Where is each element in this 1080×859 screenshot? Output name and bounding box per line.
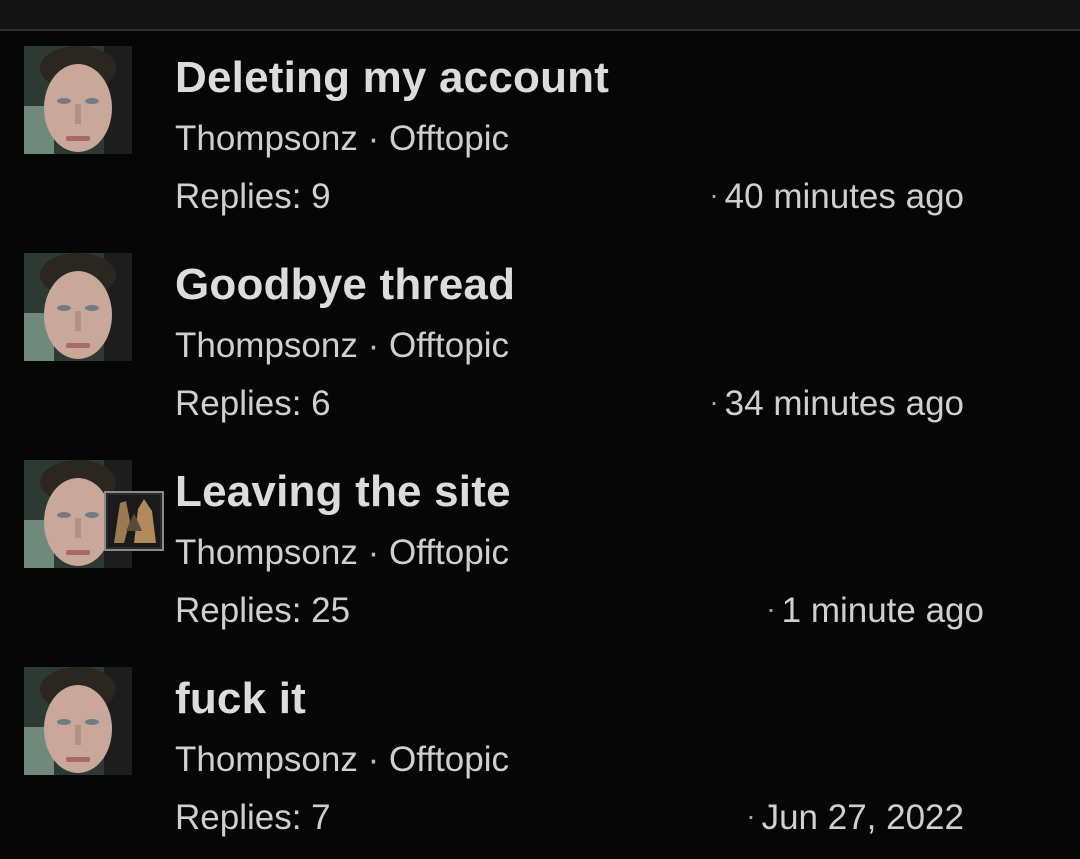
thread-meta: Thompsonz · Offtopic: [175, 326, 509, 366]
time-label: 34 minutes ago: [724, 384, 964, 423]
thread-meta: Thompsonz · Offtopic: [175, 533, 509, 573]
reply-count: Replies: 25: [175, 591, 351, 630]
meta-separator: ·: [367, 326, 389, 365]
last-post-time[interactable]: · 1 minute ago: [766, 591, 984, 631]
participant-avatar[interactable]: [104, 491, 164, 551]
avatar[interactable]: [24, 46, 132, 154]
last-post-time[interactable]: · 34 minutes ago: [709, 384, 964, 424]
meta-separator: ·: [367, 740, 389, 779]
forum-link[interactable]: Offtopic: [389, 326, 509, 365]
thread-item[interactable]: Goodbye thread Thompsonz · Offtopic Repl…: [0, 238, 1080, 445]
thread-meta: Thompsonz · Offtopic: [175, 119, 509, 159]
reply-count: Replies: 6: [175, 384, 331, 423]
thread-item[interactable]: Deleting my account Thompsonz · Offtopic…: [0, 31, 1080, 238]
thread-title[interactable]: Goodbye thread: [175, 260, 515, 310]
forum-link[interactable]: Offtopic: [389, 533, 509, 572]
avatar[interactable]: [24, 253, 132, 361]
author-link[interactable]: Thompsonz: [175, 533, 358, 572]
thread-list: Deleting my account Thompsonz · Offtopic…: [0, 31, 1080, 859]
time-dot: ·: [746, 800, 756, 831]
author-link[interactable]: Thompsonz: [175, 119, 358, 158]
avatar[interactable]: [24, 667, 132, 775]
time-label: Jun 27, 2022: [761, 798, 964, 837]
time-dot: ·: [709, 179, 719, 210]
thread-meta: Thompsonz · Offtopic: [175, 740, 509, 780]
time-dot: ·: [766, 593, 776, 624]
time-dot: ·: [709, 386, 719, 417]
time-label: 40 minutes ago: [724, 177, 964, 216]
thread-title[interactable]: fuck it: [175, 674, 306, 724]
forum-link[interactable]: Offtopic: [389, 119, 509, 158]
reply-count: Replies: 7: [175, 798, 331, 837]
time-label: 1 minute ago: [781, 591, 984, 630]
last-post-time[interactable]: · 40 minutes ago: [709, 177, 964, 217]
thread-title[interactable]: Deleting my account: [175, 53, 609, 103]
forum-link[interactable]: Offtopic: [389, 740, 509, 779]
meta-separator: ·: [367, 119, 389, 158]
author-link[interactable]: Thompsonz: [175, 326, 358, 365]
reply-count: Replies: 9: [175, 177, 331, 216]
thread-title[interactable]: Leaving the site: [175, 467, 511, 517]
top-bar: [0, 0, 1080, 31]
meta-separator: ·: [367, 533, 389, 572]
thread-item[interactable]: fuck it Thompsonz · Offtopic Replies: 7 …: [0, 652, 1080, 859]
author-link[interactable]: Thompsonz: [175, 740, 358, 779]
last-post-time[interactable]: · Jun 27, 2022: [746, 798, 964, 838]
